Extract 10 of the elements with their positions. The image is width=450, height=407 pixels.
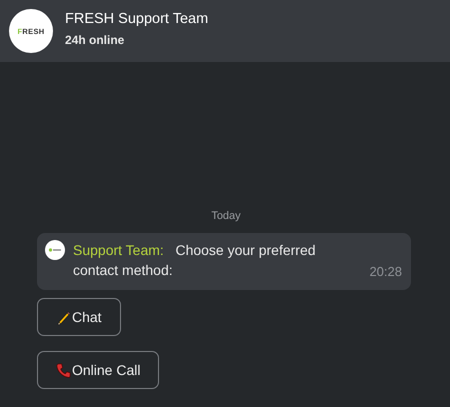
- date-divider: Today: [210, 210, 242, 222]
- message-text: Support Team: Choose your preferred contact method:: [73, 241, 317, 280]
- logo-icon: [45, 240, 65, 260]
- message-time: 20:28: [369, 264, 402, 279]
- phone-icon: [56, 362, 71, 378]
- online-status: 24h online: [65, 33, 126, 47]
- pencil-icon: [56, 310, 71, 324]
- option-button[interactable]: Chat: [37, 298, 121, 336]
- chat-title: FRESH Support Team: [65, 11, 208, 27]
- option-button[interactable]: Online Call: [37, 351, 160, 389]
